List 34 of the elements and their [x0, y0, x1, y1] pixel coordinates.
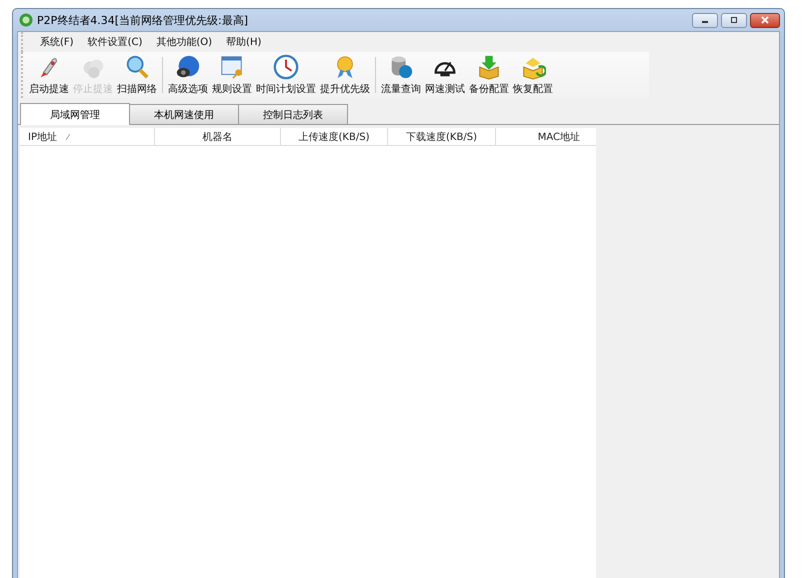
- maximize-button[interactable]: [721, 12, 747, 28]
- column-header[interactable]: 下载速度(KB/S): [388, 128, 496, 145]
- clock-icon: [273, 54, 299, 80]
- window-key-icon: [219, 54, 245, 80]
- menu-item[interactable]: 帮助(H): [219, 35, 268, 49]
- app-icon: [19, 13, 33, 27]
- globe-camera-icon: [175, 54, 201, 80]
- menu-item[interactable]: 系统(F): [33, 35, 81, 49]
- toolbar-button[interactable]: 启动提速: [27, 54, 71, 98]
- magnifier-icon: [124, 54, 150, 80]
- toolbar-button[interactable]: 恢复配置: [511, 54, 555, 98]
- toolbar-button[interactable]: 时间计划设置: [254, 54, 318, 98]
- maximize-icon: [729, 16, 739, 24]
- toolbar-button[interactable]: 扫描网络: [115, 54, 159, 98]
- column-header[interactable]: 机器名: [155, 128, 281, 145]
- column-header[interactable]: MAC地址: [496, 128, 596, 145]
- close-icon: [760, 16, 770, 24]
- sort-icon: [64, 132, 71, 140]
- toolbar-button[interactable]: 提升优先级: [318, 54, 372, 98]
- window-title: P2P终结者4.34[当前网络管理优先级:最高]: [37, 12, 248, 28]
- tab[interactable]: 控制日志列表: [238, 104, 348, 124]
- tab[interactable]: 局域网管理: [20, 103, 130, 125]
- toolbar-button[interactable]: 网速测试: [423, 54, 467, 98]
- menu-item[interactable]: 其他功能(O): [149, 35, 220, 49]
- column-header[interactable]: IP地址: [20, 128, 155, 145]
- tab[interactable]: 本机网速使用: [129, 104, 239, 124]
- toolbar-button[interactable]: 备份配置: [467, 54, 511, 98]
- column-header[interactable]: 上传速度(KB/S): [281, 128, 388, 145]
- menu-item[interactable]: 软件设置(C): [80, 35, 150, 49]
- close-button[interactable]: [750, 12, 780, 28]
- toolbar-button[interactable]: 高级选项: [166, 54, 210, 98]
- toolbar-button[interactable]: 流量查询: [379, 54, 423, 98]
- minimize-button[interactable]: [692, 12, 718, 28]
- toolbar-button[interactable]: 规则设置: [210, 54, 254, 98]
